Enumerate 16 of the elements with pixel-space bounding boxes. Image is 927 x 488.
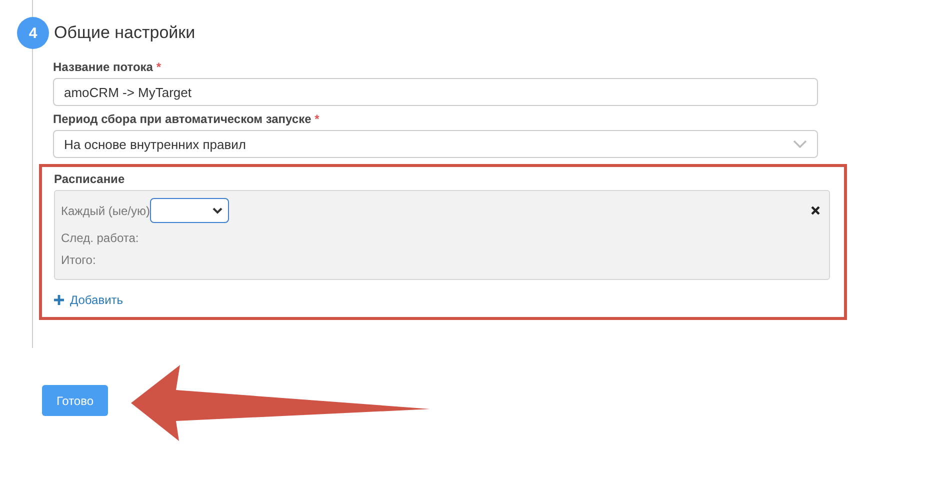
add-link[interactable]: Добавить	[54, 293, 124, 307]
field-label: Название потока *	[53, 60, 162, 74]
dropdown-field[interactable]: На основе внутренних правил	[53, 130, 818, 158]
plus-icon	[54, 295, 64, 305]
section-title: Общие настройки	[54, 23, 196, 43]
next-run-label: След. работа:	[61, 231, 140, 245]
field-label: Период сбора при автоматическом запуске *	[53, 112, 320, 126]
step-number-badge: 4	[17, 17, 49, 49]
close-icon[interactable]	[811, 206, 820, 215]
period-dropdown[interactable]	[150, 198, 229, 223]
text-input-field[interactable]: amoCRM -> MyTarget	[53, 78, 818, 106]
chevron-down-icon	[212, 206, 223, 214]
total-label: Итого:	[61, 253, 97, 267]
every-label: Каждый (ые/ую)	[61, 204, 150, 218]
field-label: Расписание	[54, 172, 126, 186]
chevron-down-icon	[793, 140, 807, 148]
